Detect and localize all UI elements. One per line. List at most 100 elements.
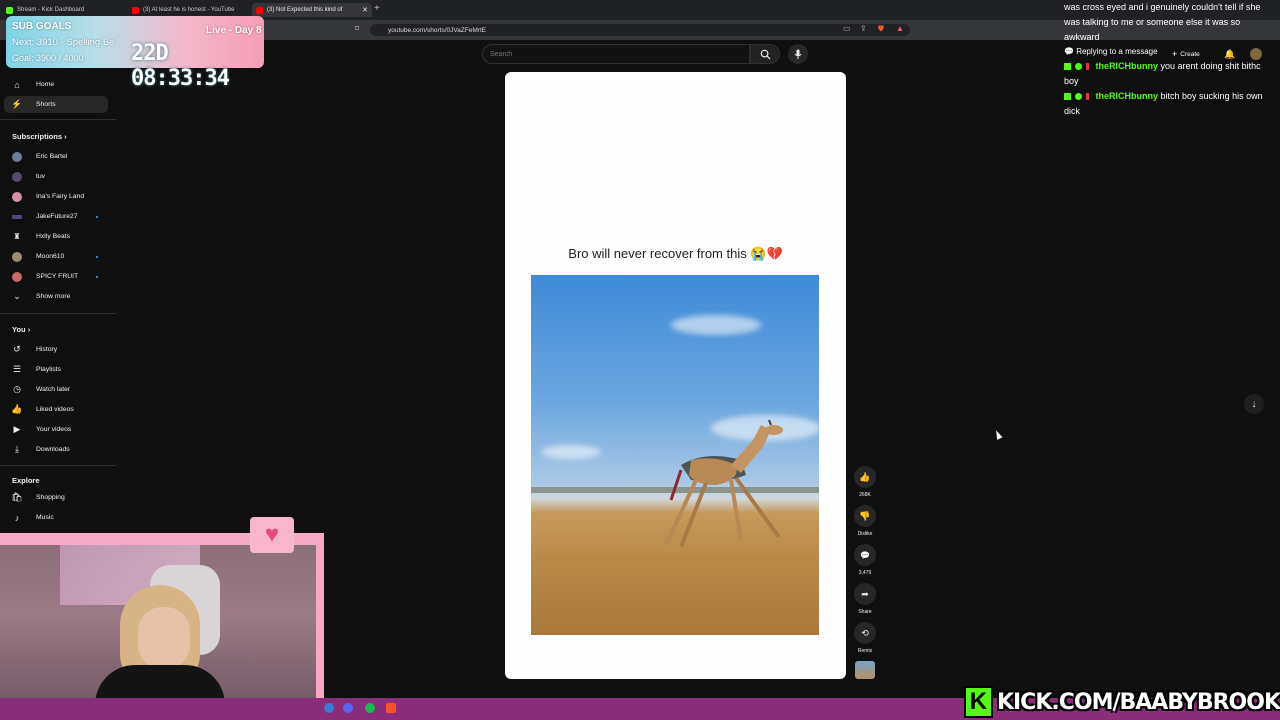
sidebar-item-eric-bartel[interactable]: Eric Bartel bbox=[4, 148, 108, 165]
youtube-favicon-icon bbox=[256, 6, 263, 14]
sidebar-item-label: Playlists bbox=[36, 366, 61, 373]
close-tab-icon[interactable]: ✕ bbox=[358, 6, 372, 14]
share-action[interactable]: ➦ Share bbox=[853, 583, 877, 615]
explore-heading: Explore bbox=[12, 476, 40, 485]
address-bar[interactable]: youtube.com/shorts/0JVaZFeMrtE bbox=[370, 24, 910, 36]
comments-action[interactable]: 💬 3,479 bbox=[853, 544, 877, 576]
subscriptions-label: Subscriptions bbox=[12, 132, 63, 141]
brave-shield-icon[interactable]: ⛊ bbox=[878, 24, 884, 34]
chat-message: theRICHbunny bitch boy sucking his own d… bbox=[1064, 89, 1276, 119]
sub-badge-icon bbox=[1075, 63, 1082, 71]
chevron-down-icon: ⌄ bbox=[13, 291, 21, 301]
sidebar-item-spicy-fruit[interactable]: SPICY FRUIT bbox=[4, 268, 108, 285]
video-frame[interactable] bbox=[531, 275, 819, 635]
like-button[interactable]: 👍 bbox=[854, 466, 876, 488]
sidebar-item-inas-fairy-land[interactable]: Ina's Fairy Land bbox=[4, 188, 108, 205]
tab-youtube-honest[interactable]: (3) At least he is honest - YouTube bbox=[128, 3, 256, 17]
tab-youtube-active[interactable]: (3) Not Expected this kind of ✕ bbox=[252, 3, 372, 17]
sidebar-item-label: Hxlly Beats bbox=[36, 233, 70, 240]
giraffe-figure bbox=[531, 419, 819, 548]
sidebar-item-moon610[interactable]: Moon610 bbox=[4, 248, 108, 265]
like-action[interactable]: 👍 268K bbox=[853, 466, 877, 498]
brave-icon[interactable] bbox=[386, 703, 396, 713]
you-heading[interactable]: You › bbox=[12, 325, 30, 334]
tab-kick-dashboard[interactable]: Stream - Kick Dashboard bbox=[2, 3, 130, 17]
sidebar-show-more[interactable]: ⌄ Show more bbox=[4, 288, 108, 305]
video-icon: ▶ bbox=[13, 424, 21, 434]
tab-title: (3) Not Expected this kind of bbox=[267, 7, 343, 13]
sidebar-item-history[interactable]: ↺ History bbox=[4, 341, 108, 358]
sub-goals-goal: Goal: 3900 / 4000 bbox=[12, 53, 84, 63]
sidebar-item-playlists[interactable]: ☰ Playlists bbox=[4, 361, 108, 378]
sidebar-item-music[interactable]: ♪ Music bbox=[4, 509, 108, 526]
sidebar-item-watch-later[interactable]: ◷ Watch later bbox=[4, 381, 108, 398]
remix-button[interactable]: ⟲ bbox=[854, 622, 876, 644]
dislike-action[interactable]: 👎 Dislike bbox=[853, 505, 877, 537]
chat-username[interactable]: theRICHbunny bbox=[1096, 91, 1159, 101]
screen-icon[interactable]: ▭ bbox=[843, 24, 851, 33]
history-icon: ↺ bbox=[13, 344, 21, 354]
chevron-right-icon: › bbox=[64, 132, 67, 141]
sidebar-item-tuv[interactable]: tuv bbox=[4, 168, 108, 185]
remix-label: Remix bbox=[857, 648, 873, 654]
sidebar-item-hxlly-beats[interactable]: ♜ Hxlly Beats bbox=[4, 228, 108, 245]
kick-url-banner: K KICK.COM/BAABYBROOK bbox=[964, 684, 1280, 720]
tab-title: Stream - Kick Dashboard bbox=[17, 7, 85, 13]
share-page-icon[interactable]: ⇪ bbox=[860, 24, 867, 33]
kick-badge-icon bbox=[1064, 93, 1071, 101]
sidebar-item-home[interactable]: ⌂ Home bbox=[4, 76, 108, 93]
app-icon[interactable] bbox=[324, 703, 334, 713]
sidebar-divider bbox=[0, 313, 116, 314]
avatar bbox=[12, 191, 22, 202]
dislike-button[interactable]: 👎 bbox=[854, 505, 876, 527]
shorts-player[interactable]: Bro will never recover from this 😭💔 bbox=[505, 72, 846, 679]
chat-username[interactable]: theRICHbunny bbox=[1096, 61, 1159, 71]
spotify-icon[interactable] bbox=[365, 703, 375, 713]
comments-button[interactable]: 💬 bbox=[854, 544, 876, 566]
sidebar-item-your-videos[interactable]: ▶ Your videos bbox=[4, 421, 108, 438]
sub-badge-icon bbox=[1075, 93, 1082, 101]
sidebar-item-liked-videos[interactable]: 👍 Liked videos bbox=[4, 401, 108, 418]
sidebar-item-downloads[interactable]: ⤓ Downloads bbox=[4, 441, 108, 458]
voice-search-button[interactable] bbox=[788, 44, 808, 64]
new-tab-icon[interactable]: + bbox=[374, 3, 380, 14]
avatar bbox=[12, 171, 22, 182]
next-short-button[interactable]: ↓ bbox=[1244, 394, 1264, 414]
rewards-icon[interactable]: ▲ bbox=[896, 24, 904, 33]
sidebar-item-label: tuv bbox=[36, 173, 46, 180]
search-input[interactable]: Search bbox=[482, 44, 750, 64]
gift-badge-icon bbox=[1086, 63, 1089, 71]
chevron-right-icon: › bbox=[27, 325, 31, 334]
sidebar-divider bbox=[0, 465, 116, 466]
tab-title: (3) At least he is honest - YouTube bbox=[143, 7, 235, 13]
sidebar-divider bbox=[0, 119, 116, 120]
chat-message-previous: was cross eyed and i genuinely couldn't … bbox=[1064, 2, 1261, 42]
heart-overlay: ♥ bbox=[250, 517, 294, 553]
clock-icon: ◷ bbox=[13, 384, 21, 394]
sidebar-item-shorts[interactable]: ⚡ Shorts bbox=[4, 96, 108, 113]
sub-goals-overlay: SUB GOALS Next: 3910 - Spelling Be Goal:… bbox=[6, 16, 264, 91]
share-icon: ➦ bbox=[861, 588, 869, 599]
bookmark-icon[interactable]: ⌑ bbox=[355, 24, 359, 33]
sound-thumbnail[interactable] bbox=[855, 661, 875, 679]
search-button[interactable] bbox=[750, 44, 780, 64]
subscriptions-heading[interactable]: Subscriptions › bbox=[12, 132, 67, 141]
stream-timer: 22D 08:33:34 bbox=[131, 41, 230, 91]
comment-icon: 💬 bbox=[860, 550, 870, 560]
sidebar-item-shopping[interactable]: 🛍 Shopping bbox=[4, 489, 108, 506]
shopping-bag-icon: 🛍 bbox=[11, 492, 23, 502]
sidebar-item-label: Liked videos bbox=[36, 406, 74, 413]
sidebar-item-label: Shorts bbox=[36, 101, 56, 108]
sidebar-item-label: Moon610 bbox=[36, 253, 65, 260]
gift-badge-icon bbox=[1086, 93, 1089, 101]
sidebar-item-jakefuture27[interactable]: JakeFuture27 bbox=[4, 208, 108, 225]
kick-url-text: KICK.COM/BAABYBROOK bbox=[996, 689, 1280, 715]
discord-icon[interactable] bbox=[343, 703, 353, 713]
url-text: youtube.com/shorts/0JVaZFeMrtE bbox=[388, 26, 487, 34]
sidebar-item-label: Music bbox=[36, 514, 54, 521]
kick-badge-icon bbox=[1064, 63, 1071, 71]
webcam-feed bbox=[0, 545, 316, 720]
like-count: 268K bbox=[859, 492, 871, 498]
remix-action[interactable]: ⟲ Remix bbox=[853, 622, 877, 654]
share-button[interactable]: ➦ bbox=[854, 583, 876, 605]
